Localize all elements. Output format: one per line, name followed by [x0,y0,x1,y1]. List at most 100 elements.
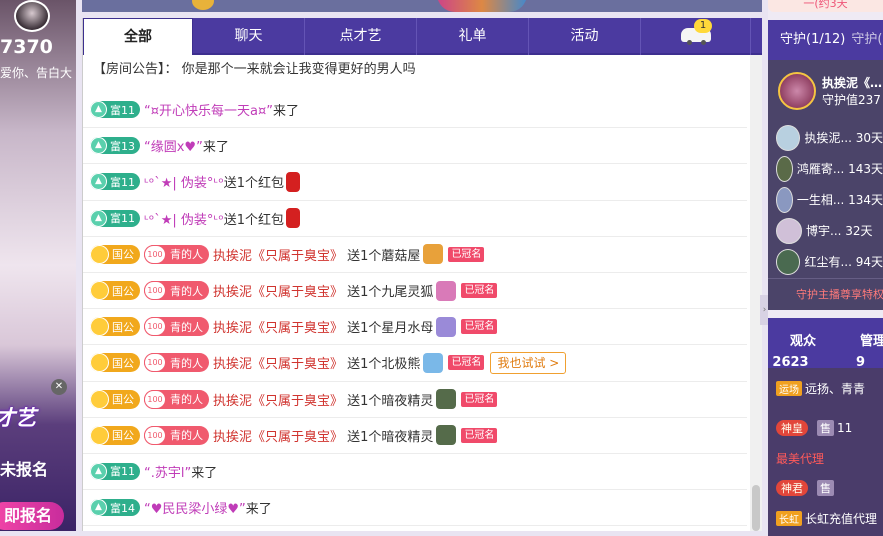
wealth-level-badge: ▲ 富13 [90,137,140,155]
crown-icon [90,317,109,337]
user-nickname[interactable]: 执挨泥《只属于臭宝》 [213,281,343,300]
viewer-row[interactable]: 运场 远扬、青青 [768,368,883,408]
guard-avatar [776,248,801,275]
crown-icon [90,389,109,409]
user-nickname[interactable]: 执挨泥《只属于臭宝》 [213,353,343,372]
level-icon: ▲ [90,173,107,191]
level-icon: ▲ [90,137,107,155]
fan-level: 100 [144,244,166,264]
user-nickname[interactable]: “.苏宇l” [144,462,191,481]
level-icon: ▲ [90,209,107,227]
tab-guard[interactable]: 守护(1/12) [780,32,845,47]
guard-row[interactable]: 一生相... 134天 [768,184,883,215]
fan-level: 100 [144,317,166,337]
chat-message: 国公 100 青的人 执挨泥《只属于臭宝》 送1个星月水母 已冠名 [83,309,747,346]
guard-name: 红尘有... [804,255,852,269]
user-nickname[interactable]: “¤开心快乐每一天a¤” [144,100,273,119]
audience-tab[interactable]: 观众 2623 [768,318,838,370]
guard-row[interactable]: 执挨泥... 30天 [768,122,883,153]
user-nickname[interactable]: “缘圆x♥” [144,136,203,155]
user-nickname[interactable]: 执挨泥《只属于臭宝》 [213,245,343,264]
chat-scrollbar[interactable] [750,55,762,531]
tab-1[interactable]: 聊天 [193,18,305,55]
close-icon[interactable]: ✕ [51,379,67,395]
fan-club-name: 青的人 [170,393,203,407]
scrollbar-thumb[interactable] [752,485,760,531]
wealth-level-label: 富11 [110,103,135,117]
top-guard[interactable]: 执挨泥《… 守护值237 [768,60,883,122]
viewer-row[interactable]: 神君 售 [768,468,883,508]
fan-level: 100 [144,353,166,373]
guard-avatar [776,217,802,244]
fan-club-badge: 100 青的人 [144,317,209,337]
level-icon: ▲ [90,499,107,517]
message-text: 来了 [202,140,229,156]
guard-list: 执挨泥《… 守护值237 执挨泥... 30天 鸿雁寄... 143天 一生相...… [768,60,883,278]
chat-message: 国公 100 青的人 执挨泥《只属于臭宝》 送1个北极熊 已冠名 我也试试 > [83,345,747,382]
guard-avatar [776,124,801,151]
wealth-level-badge: ▲ 富14 [90,499,140,517]
chat-message: ▲ 富11 “.苏宇l” 来了 [83,454,747,491]
tab-3[interactable]: 礼单 [417,18,529,55]
viewer-row[interactable]: 神皇 售 11 [768,408,883,448]
viewer-row[interactable]: 长虹 长虹充值代理 [768,508,883,528]
fan-club-name: 青的人 [170,284,203,298]
crown-icon [90,425,109,445]
wealth-level-badge: ▲ 富11 [90,173,140,191]
wealth-level-badge: ▲ 富11 [90,209,140,227]
fan-club-badge: 100 青的人 [144,389,209,409]
noble-rank-label: 国公 [112,356,134,370]
guard-days: 30天 [855,131,883,145]
tab-guard-2[interactable]: 守护( [851,32,882,47]
guard-row[interactable]: 博宇... 32天 [768,215,883,246]
try-gift-button[interactable]: 我也试试 > [490,351,567,374]
tab-0[interactable]: 全部 [83,18,193,55]
guard-privilege-link[interactable]: 守护主播尊享特权 [768,278,883,310]
guard-tabs: 守护(1/12) 守护( [768,20,883,60]
noble-rank-label: 国公 [112,429,134,443]
tab-mount[interactable]: 1 [641,18,751,55]
tab-4[interactable]: 活动 [529,18,641,55]
noble-rank-badge: 国公 [90,353,140,373]
guard-row[interactable]: 鸿雁寄... 143天 [768,153,883,184]
wealth-level-label: 富11 [110,212,135,226]
guard-row[interactable]: 红尘有... 94天 [768,246,883,277]
gift-icon [423,352,444,373]
gift-icon [436,425,457,446]
fan-club-name: 青的人 [170,320,203,334]
noble-rank-badge: 国公 [90,389,140,409]
message-text: 送1个红包 [223,212,284,228]
audience-label: 观众 [789,334,816,349]
gift-icon [423,244,444,265]
top-guard-value: 守护值237 [822,93,881,107]
user-nickname[interactable]: ᶫᵒ`★| 伪装°ᶫᵒ [144,172,224,191]
admin-tab[interactable]: 管理 9 [838,318,883,370]
admin-count: 9 [855,355,866,370]
fan-club-badge: 100 青的人 [144,353,209,373]
guard-name: 博宇... [806,224,842,238]
noble-rank-label: 国公 [112,248,134,262]
fan-club-badge: 100 青的人 [144,244,209,264]
message-text: 送1个暗夜精灵 [347,429,434,445]
guard-avatar [776,186,793,213]
fan-club-name: 青的人 [170,429,203,443]
crown-badge: 已冠名 [461,391,498,407]
signup-button[interactable]: 即报名 [0,502,64,530]
seller-badge: 售 [817,420,834,436]
tab-2[interactable]: 点才艺 [305,18,417,55]
user-nickname[interactable]: ᶫᵒ`★| 伪装°ᶫᵒ [144,209,224,228]
talent-banner[interactable]: 才艺 [0,402,36,432]
user-nickname[interactable]: 执挨泥《只属于臭宝》 [213,317,343,336]
tab-badge: 1 [694,19,712,33]
top-guard-avatar [778,72,816,110]
viewer-note: 最美代理 [776,451,825,466]
crown-badge: 已冠名 [461,319,498,335]
user-nickname[interactable]: “♥民民梁小绿♥” [144,498,246,517]
chat-message: ▲ 富14 “♥民民梁小绿♥” 来了 [83,490,747,527]
notice-label: 【房间公告】： [93,62,178,77]
user-nickname[interactable]: 执挨泥《只属于臭宝》 [213,390,343,409]
wealth-level-badge: ▲ 富11 [90,462,140,480]
left-video-panel: 7370 爱你、告白大 ✕ 才艺 未报名 即报名 [0,0,76,531]
host-avatar[interactable] [14,0,50,32]
user-nickname[interactable]: 执挨泥《只属于臭宝》 [213,426,343,445]
